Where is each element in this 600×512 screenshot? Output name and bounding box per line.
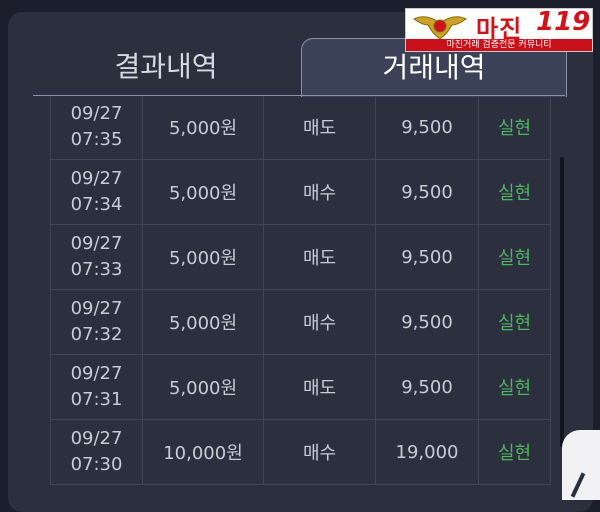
trade-price: 19,000 bbox=[375, 419, 479, 485]
trade-status: 실현 bbox=[478, 159, 551, 225]
trade-type: 매도 bbox=[263, 354, 376, 420]
trade-amount: 5,000원 bbox=[142, 289, 264, 355]
trade-time: 07:34 bbox=[70, 194, 123, 215]
trade-datetime: 09/27 07:31 bbox=[50, 354, 143, 420]
trade-date: 09/27 bbox=[70, 363, 123, 384]
trade-time: 07:32 bbox=[70, 324, 123, 345]
eagle-badge-icon bbox=[413, 16, 467, 40]
trade-time: 07:35 bbox=[70, 129, 123, 150]
trade-price: 9,500 bbox=[375, 159, 479, 225]
watermark-tagline: 마진거래 검증전문 커뮤니티 bbox=[406, 39, 592, 51]
trade-date: 09/27 bbox=[70, 233, 123, 254]
trade-price: 9,500 bbox=[375, 224, 479, 290]
watermark-number: 119 bbox=[536, 7, 591, 37]
trade-price: 9,500 bbox=[375, 96, 479, 160]
scrollbar[interactable] bbox=[560, 157, 564, 447]
trade-type: 매도 bbox=[263, 224, 376, 290]
trade-datetime: 09/27 07:30 bbox=[50, 419, 143, 485]
table-row: 09/27 07:33 5,000원 매도 9,500 실현 bbox=[50, 224, 551, 290]
table-row: 09/27 07:32 5,000원 매수 9,500 실현 bbox=[50, 289, 551, 355]
trade-table-container[interactable]: 09/27 07:35 5,000원 매도 9,500 실현 09/27 07:34 5,000… bbox=[50, 96, 558, 512]
trade-type: 매도 bbox=[263, 96, 376, 160]
corner-handle bbox=[562, 430, 600, 500]
trade-type: 매수 bbox=[263, 159, 376, 225]
trade-amount: 5,000원 bbox=[142, 354, 264, 420]
table-row: 09/27 07:30 10,000원 매수 19,000 실현 bbox=[50, 419, 551, 485]
trade-type: 매수 bbox=[263, 289, 376, 355]
trade-status: 실현 bbox=[478, 354, 551, 420]
watermark-logo: 마진 119 마진거래 검증전문 커뮤니티 bbox=[405, 7, 593, 52]
trade-price: 9,500 bbox=[375, 289, 479, 355]
trade-datetime: 09/27 07:35 bbox=[50, 96, 143, 160]
trade-amount: 5,000원 bbox=[142, 96, 264, 160]
trade-status: 실현 bbox=[478, 96, 551, 160]
trade-datetime: 09/27 07:33 bbox=[50, 224, 143, 290]
trade-date: 09/27 bbox=[70, 298, 123, 319]
trade-status: 실현 bbox=[478, 419, 551, 485]
trade-price: 9,500 bbox=[375, 354, 479, 420]
table-row: 09/27 07:34 5,000원 매수 9,500 실현 bbox=[50, 159, 551, 225]
trade-datetime: 09/27 07:34 bbox=[50, 159, 143, 225]
trade-date: 09/27 bbox=[70, 168, 123, 189]
trade-table: 09/27 07:35 5,000원 매도 9,500 실현 09/27 07:34 5,000… bbox=[50, 96, 551, 485]
trade-time: 07:33 bbox=[70, 259, 123, 280]
trade-date: 09/27 bbox=[70, 428, 123, 449]
trade-status: 실현 bbox=[478, 289, 551, 355]
tab-result-history[interactable]: 결과내역 bbox=[33, 38, 299, 96]
trade-time: 07:30 bbox=[70, 454, 123, 475]
table-row: 09/27 07:35 5,000원 매도 9,500 실현 bbox=[50, 96, 551, 160]
trade-amount: 10,000원 bbox=[142, 419, 264, 485]
trade-status: 실현 bbox=[478, 224, 551, 290]
trade-date: 09/27 bbox=[70, 103, 123, 124]
trade-panel: 결과내역 거래내역 09/27 07:35 5,000원 매도 9,500 실현 09/27… bbox=[8, 12, 593, 512]
trade-datetime: 09/27 07:32 bbox=[50, 289, 143, 355]
trade-type: 매수 bbox=[263, 419, 376, 485]
trade-time: 07:31 bbox=[70, 389, 123, 410]
table-row: 09/27 07:31 5,000원 매도 9,500 실현 bbox=[50, 354, 551, 420]
trade-amount: 5,000원 bbox=[142, 224, 264, 290]
trade-amount: 5,000원 bbox=[142, 159, 264, 225]
